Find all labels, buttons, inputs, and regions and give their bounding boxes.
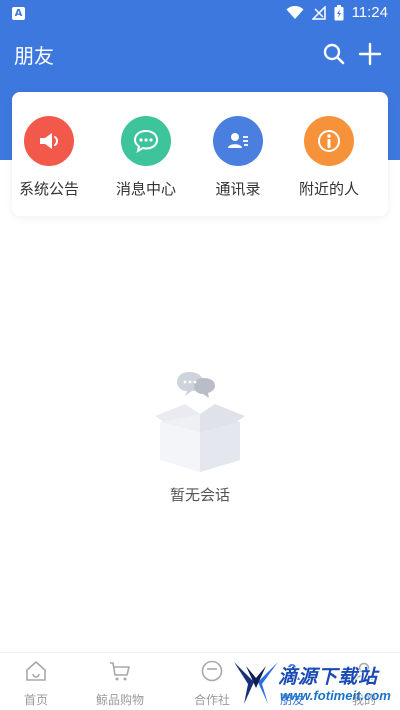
info-person-icon [304,116,354,166]
empty-state: 暂无会话 [0,360,400,510]
nav-label: 鲸品购物 [95,693,144,707]
contact-card-icon [213,116,263,166]
quick-action-label: 系统公告 [18,180,79,198]
app-bar: 朋友 [0,28,400,80]
nav-item-shopping[interactable]: 鲸品购物 [80,659,160,708]
cart-icon [110,662,130,681]
quick-action-label: 附近的人 [298,180,359,198]
app-a-icon: A [12,7,25,20]
empty-state-text: 暂无会话 [169,486,230,504]
watermark-url: www.fotimeit.com [280,688,391,703]
watermark-logo [234,662,278,704]
nav-label: 首页 [23,693,48,707]
empty-box-icon [155,372,245,472]
quick-action-nearby[interactable]: 附近的人 [284,116,374,206]
chat-bubble-icon [121,116,171,166]
quick-actions-card: 系统公告 消息中心 通讯录 附近的人 [12,92,388,216]
search-icon[interactable] [322,42,346,66]
quick-action-contacts[interactable]: 通讯录 [193,116,283,206]
nav-item-home[interactable]: 首页 [0,659,76,708]
status-time: 11:24 [351,4,388,21]
wifi-icon [286,5,304,19]
quick-action-label: 通讯录 [215,180,261,198]
watermark: 滴源下载站 www.fotimeit.com [232,656,400,710]
no-signal-icon [311,5,326,20]
home-icon [26,661,46,681]
battery-charging-icon [334,4,344,20]
page-title: 朋友 [14,44,54,68]
plus-icon[interactable] [358,42,382,66]
megaphone-icon [24,116,74,166]
quick-action-announcements[interactable]: 系统公告 [4,116,94,206]
cooperative-icon [201,660,223,682]
watermark-text: 滴源下载站 [278,666,379,688]
status-bar: A 11:24 [0,0,400,28]
quick-action-label: 消息中心 [115,180,176,198]
quick-action-messages[interactable]: 消息中心 [101,116,191,206]
